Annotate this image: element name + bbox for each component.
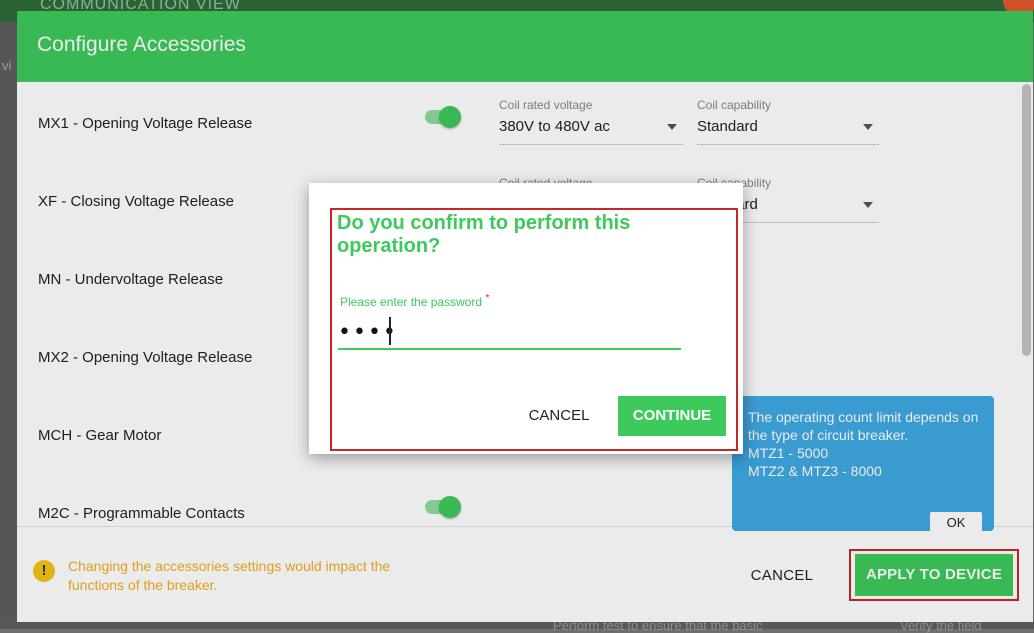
dialog-cancel-button[interactable]: CANCEL	[514, 407, 604, 424]
confirm-dialog: Do you confirm to perform this operation…	[309, 183, 743, 454]
text-caret	[389, 317, 391, 345]
password-label: Please enter the password *	[340, 293, 489, 309]
required-mark: *	[485, 293, 490, 304]
dialog-title: Do you confirm to perform this operation…	[337, 212, 631, 257]
continue-button[interactable]: CONTINUE	[618, 396, 726, 436]
password-label-text: Please enter the password	[340, 295, 483, 309]
